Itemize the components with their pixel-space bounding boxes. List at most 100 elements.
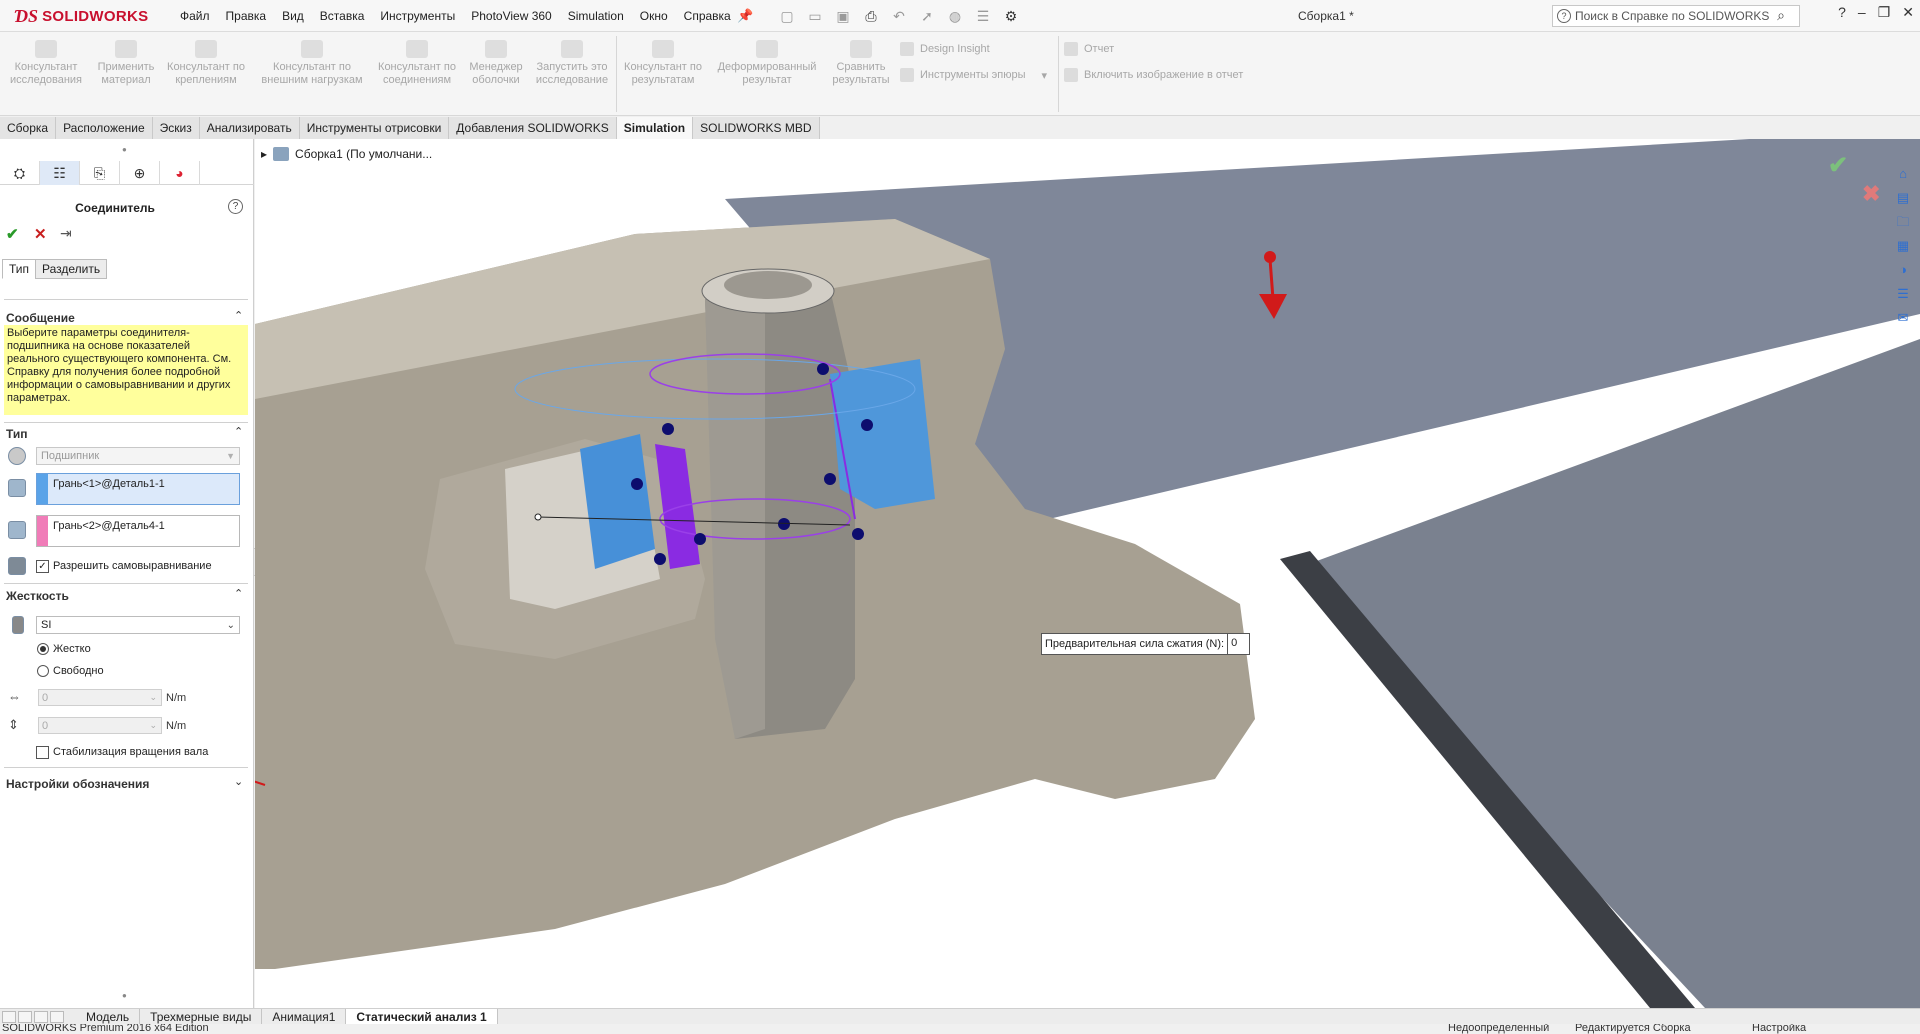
stabilize-rotation-checkbox[interactable] <box>36 746 49 759</box>
dimxpert-icon[interactable]: ⊕ <box>120 161 160 185</box>
menu-window[interactable]: Окно <box>632 9 676 23</box>
spinner-icon[interactable]: ⌄ <box>149 692 157 703</box>
tab-markup[interactable]: Инструменты отрисовки <box>299 117 450 139</box>
units-select[interactable]: SI ⌄ <box>36 616 240 634</box>
design-insight-button[interactable]: Design Insight <box>900 42 990 56</box>
shell-manager-button[interactable]: Менеджер оболочки <box>464 40 528 87</box>
fixtures-advisor-button[interactable]: Консультант по креплениям <box>162 40 250 87</box>
tab-evaluate[interactable]: Анализировать <box>199 117 300 139</box>
face2-selection-box[interactable]: Грань<2>@Деталь4-1 <box>36 515 240 547</box>
face1-selection-box[interactable]: Грань<1>@Деталь1-1 <box>36 473 240 505</box>
solidworks-logo[interactable]: ƊS SOLIDWORKS <box>14 4 148 28</box>
menu-insert[interactable]: Вставка <box>312 9 373 23</box>
confirm-corner-check-icon[interactable]: ✔ <box>1828 151 1848 180</box>
custom-properties-icon[interactable]: ☰ <box>1893 285 1913 303</box>
tab-mbd[interactable]: SOLIDWORKS MBD <box>693 117 820 139</box>
new-document-icon[interactable]: ▢ <box>776 6 798 26</box>
tab-model[interactable]: Модель <box>76 1008 141 1025</box>
next-tab-nav[interactable] <box>34 1010 48 1023</box>
tab-simulation[interactable]: Simulation <box>616 117 694 139</box>
menu-edit[interactable]: Правка <box>218 9 275 23</box>
help-search-input[interactable]: ? Поиск в Справке по SOLIDWORKS ⌕ <box>1552 5 1800 27</box>
deformed-result-button[interactable]: Деформированный результат <box>712 40 822 87</box>
tab-assembly[interactable]: Сборка <box>0 117 57 139</box>
home-icon[interactable]: ⌂ <box>1893 165 1913 183</box>
menu-photoview[interactable]: PhotoView 360 <box>463 9 560 23</box>
expand-arrow-icon[interactable]: ▸ <box>261 147 267 161</box>
tab-static-study[interactable]: Статический анализ 1 <box>346 1008 498 1025</box>
close-icon[interactable]: ✕ <box>1902 4 1914 21</box>
settings-status[interactable]: Настройка <box>1752 1024 1806 1034</box>
allow-self-align-checkbox[interactable]: ✓ <box>36 560 49 573</box>
menu-tools[interactable]: Инструменты <box>372 9 463 23</box>
collapse-chevron-icon[interactable]: ⌃ <box>234 309 243 322</box>
maximize-icon[interactable]: ❐ <box>1878 4 1891 21</box>
tab-type[interactable]: Тип <box>2 259 37 279</box>
property-manager-icon[interactable]: ☷ <box>40 161 80 185</box>
print-icon[interactable]: ⎙ <box>860 6 882 26</box>
appearances-icon[interactable]: ◑ <box>1893 261 1913 279</box>
expand-chevron-icon[interactable]: ⌄ <box>234 775 243 788</box>
message-section-header[interactable]: Сообщение <box>6 311 75 325</box>
panel-grip[interactable]: ● <box>122 991 127 1000</box>
free-radio[interactable] <box>37 665 49 677</box>
collapse-chevron-icon[interactable]: ⌃ <box>234 587 243 600</box>
open-icon[interactable]: ▭ <box>804 6 826 26</box>
include-image-button[interactable]: Включить изображение в отчет <box>1064 68 1243 82</box>
menu-simulation[interactable]: Simulation <box>560 9 632 23</box>
collapse-chevron-icon[interactable]: ⌃ <box>234 425 243 438</box>
tab-addins[interactable]: Добавления SOLIDWORKS <box>449 117 617 139</box>
help-icon[interactable]: ? <box>228 199 243 214</box>
tab-animation[interactable]: Анимация1 <box>262 1008 347 1025</box>
design-library-icon[interactable]: ▤ <box>1893 189 1913 207</box>
symbol-settings-header[interactable]: Настройки обозначения <box>6 777 149 791</box>
results-advisor-button[interactable]: Консультант по результатам <box>620 40 706 87</box>
cancel-x-icon[interactable]: ✕ <box>34 225 47 243</box>
graphics-area[interactable]: ▸ Сборка1 (По умолчани... ⌂ ▤ 🗀 ▦ ◑ ☰ ✉ … <box>255 139 1920 1008</box>
spinner-icon[interactable]: ⌄ <box>149 720 157 731</box>
ok-check-icon[interactable]: ✔ <box>6 225 19 243</box>
options-gear-icon[interactable]: ⚙ <box>1000 6 1022 26</box>
report-button[interactable]: Отчет <box>1064 42 1114 56</box>
confirm-corner-cancel-icon[interactable]: ✖ <box>1862 181 1880 207</box>
tab-3d-views[interactable]: Трехмерные виды <box>140 1008 263 1025</box>
compare-results-button[interactable]: Сравнить результаты <box>826 40 896 87</box>
select-icon[interactable]: ➚ <box>916 6 938 26</box>
save-icon[interactable]: ▣ <box>832 6 854 26</box>
feature-manager-icon[interactable]: ⛭ <box>0 161 40 185</box>
axial-stiffness-input[interactable]: 0 ⌄ <box>38 689 162 706</box>
stiffness-section-header[interactable]: Жесткость <box>6 589 69 603</box>
feature-tree-root[interactable]: ▸ Сборка1 (По умолчани... <box>261 147 432 161</box>
connections-advisor-button[interactable]: Консультант по соединениям <box>372 40 462 87</box>
radial-stiffness-input[interactable]: 0 ⌄ <box>38 717 162 734</box>
file-explorer-icon[interactable]: 🗀 <box>1893 213 1913 231</box>
menu-view[interactable]: Вид <box>274 9 312 23</box>
first-tab-nav[interactable] <box>2 1010 16 1023</box>
menu-file[interactable]: Файл <box>172 9 218 23</box>
tab-split[interactable]: Разделить <box>35 259 108 279</box>
minimize-icon[interactable]: – <box>1858 4 1866 21</box>
help-dropdown-icon[interactable]: ? <box>1838 4 1846 21</box>
search-icon[interactable]: ⌕ <box>1777 7 1785 24</box>
last-tab-nav[interactable] <box>50 1010 64 1023</box>
display-manager-icon[interactable]: ◕ <box>160 161 200 185</box>
forum-icon[interactable]: ✉ <box>1893 309 1913 327</box>
rebuild-icon[interactable]: ◍ <box>944 6 966 26</box>
tab-layout[interactable]: Расположение <box>56 117 153 139</box>
external-loads-advisor-button[interactable]: Консультант по внешним нагрузкам <box>258 40 366 87</box>
preload-input[interactable]: 0 <box>1227 633 1249 655</box>
connector-type-select[interactable]: Подшипник ▼ <box>36 447 240 465</box>
rigid-radio[interactable] <box>37 643 49 655</box>
view-palette-icon[interactable]: ▦ <box>1893 237 1913 255</box>
pushpin-icon[interactable]: ⇥ <box>60 225 72 242</box>
plot-tools-dropdown-icon[interactable]: ▾ <box>1042 69 1048 82</box>
tab-sketch[interactable]: Эскиз <box>152 117 200 139</box>
pin-menu-icon[interactable]: 📌 <box>737 8 753 24</box>
run-study-button[interactable]: Запустить это исследование <box>532 40 612 87</box>
type-section-header[interactable]: Тип <box>6 427 28 441</box>
prev-tab-nav[interactable] <box>18 1010 32 1023</box>
plot-tools-button[interactable]: Инструменты эпюры ▾ <box>900 68 1047 82</box>
panel-grip[interactable]: ● <box>122 145 127 154</box>
undo-icon[interactable]: ↶ <box>888 6 910 26</box>
menu-help[interactable]: Справка <box>676 9 739 23</box>
